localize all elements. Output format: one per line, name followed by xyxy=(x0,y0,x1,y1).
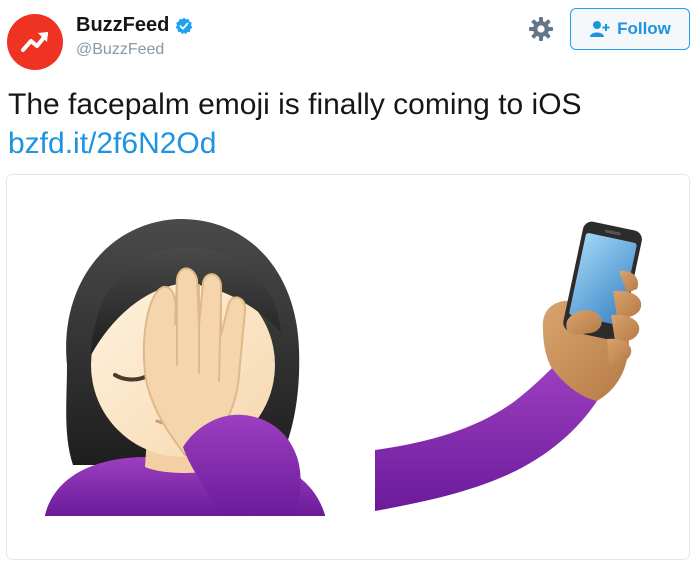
woman-facepalming-emoji xyxy=(45,218,325,516)
trending-arrow-icon xyxy=(21,32,48,52)
follow-button[interactable]: Follow xyxy=(570,8,690,50)
gear-icon[interactable] xyxy=(528,16,554,42)
tweet-media[interactable] xyxy=(6,174,690,560)
display-name-text[interactable]: BuzzFeed xyxy=(76,14,169,37)
tweet-header: BuzzFeed @BuzzFeed Follow xyxy=(0,0,700,80)
emoji-illustration xyxy=(45,218,642,516)
tweet-text: The facepalm emoji is finally coming to … xyxy=(8,88,582,121)
hand-holding-smartphone-emoji xyxy=(375,221,642,511)
tweet-link[interactable]: bzfd.it/2f6N2Od xyxy=(8,125,216,163)
verified-badge-icon xyxy=(176,17,193,34)
add-person-icon xyxy=(590,21,610,37)
buzzfeed-avatar[interactable] xyxy=(7,14,63,70)
user-handle[interactable]: @BuzzFeed xyxy=(76,41,164,59)
follow-button-label: Follow xyxy=(617,19,671,38)
display-name[interactable]: BuzzFeed xyxy=(76,14,193,37)
